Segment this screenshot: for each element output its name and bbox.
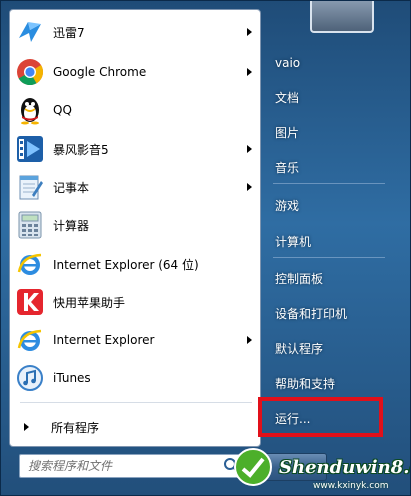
program-label: Google Chrome bbox=[53, 65, 147, 79]
right-item-devices-printers[interactable]: 设备和打印机 bbox=[263, 299, 383, 327]
submenu-arrow-icon[interactable] bbox=[247, 68, 252, 76]
submenu-arrow-icon[interactable] bbox=[247, 336, 252, 344]
watermark-title: Shenduwin8.com bbox=[279, 457, 410, 478]
program-label: iTunes bbox=[53, 371, 91, 385]
program-label: 记事本 bbox=[53, 180, 90, 195]
divider bbox=[273, 257, 385, 258]
program-label: Internet Explorer bbox=[53, 333, 155, 347]
right-item-computer[interactable]: 计算机 bbox=[263, 227, 383, 255]
program-item-qq[interactable]: QQ bbox=[14, 92, 258, 128]
notepad-icon bbox=[14, 171, 46, 203]
user-picture[interactable] bbox=[310, 1, 374, 33]
right-item-control-panel[interactable]: 控制面板 bbox=[263, 264, 383, 292]
right-item-vaio[interactable]: vaio bbox=[263, 49, 383, 77]
start-menu: 迅雷7 Google Chrome QQ 暴风影音5 记事本 计算器 Inter… bbox=[0, 0, 411, 496]
calculator-icon bbox=[14, 209, 46, 241]
program-label: 快用苹果助手 bbox=[53, 295, 126, 310]
program-item-calculator[interactable]: 计算器 bbox=[14, 207, 258, 243]
program-label: 计算器 bbox=[53, 218, 90, 233]
right-item-music[interactable]: 音乐 bbox=[263, 153, 383, 181]
qq-penguin-icon bbox=[14, 94, 46, 126]
right-item-documents[interactable]: 文档 bbox=[263, 83, 383, 111]
ie-icon bbox=[14, 248, 46, 280]
submenu-arrow-icon[interactable] bbox=[247, 28, 252, 36]
right-item-help-support[interactable]: 帮助和支持 bbox=[263, 369, 383, 397]
itunes-icon bbox=[14, 362, 46, 394]
program-item-itunes[interactable]: iTunes bbox=[14, 360, 258, 396]
program-label: Internet Explorer (64 位) bbox=[53, 257, 199, 272]
thunder-icon bbox=[14, 16, 46, 48]
watermark-logo-icon bbox=[234, 448, 272, 486]
program-item-ie64[interactable]: Internet Explorer (64 位) bbox=[14, 246, 258, 282]
divider bbox=[273, 183, 385, 184]
watermark-url: www.kxinyk.com bbox=[313, 481, 389, 491]
program-item-notepad[interactable]: 记事本 bbox=[14, 169, 258, 205]
chrome-icon bbox=[14, 56, 46, 88]
all-programs-button[interactable]: 所有程序 bbox=[14, 414, 258, 440]
highlight-box bbox=[258, 397, 383, 437]
program-label: 暴风影音5 bbox=[53, 142, 109, 157]
program-item-xunlei[interactable]: 迅雷7 bbox=[14, 14, 258, 50]
program-item-kuaiyong[interactable]: 快用苹果助手 bbox=[14, 284, 258, 320]
program-item-chrome[interactable]: Google Chrome bbox=[14, 54, 258, 90]
submenu-arrow-icon[interactable] bbox=[247, 145, 252, 153]
divider bbox=[20, 402, 252, 403]
right-item-default-programs[interactable]: 默认程序 bbox=[263, 334, 383, 362]
program-label: QQ bbox=[53, 103, 72, 117]
baofeng-icon bbox=[14, 133, 46, 165]
kuaiyong-icon bbox=[14, 286, 46, 318]
program-item-ie[interactable]: Internet Explorer bbox=[14, 322, 258, 358]
ie-icon bbox=[14, 324, 46, 356]
programs-panel: 迅雷7 Google Chrome QQ 暴风影音5 记事本 计算器 Inter… bbox=[9, 9, 261, 447]
right-item-pictures[interactable]: 图片 bbox=[263, 118, 383, 146]
search-box[interactable] bbox=[19, 454, 247, 478]
submenu-arrow-icon[interactable] bbox=[247, 183, 252, 191]
search-input[interactable] bbox=[20, 456, 222, 476]
arrow-right-icon bbox=[24, 423, 29, 431]
program-item-baofeng[interactable]: 暴风影音5 bbox=[14, 131, 258, 167]
all-programs-label: 所有程序 bbox=[51, 420, 100, 435]
right-item-games[interactable]: 游戏 bbox=[263, 191, 383, 219]
program-label: 迅雷7 bbox=[53, 25, 85, 40]
